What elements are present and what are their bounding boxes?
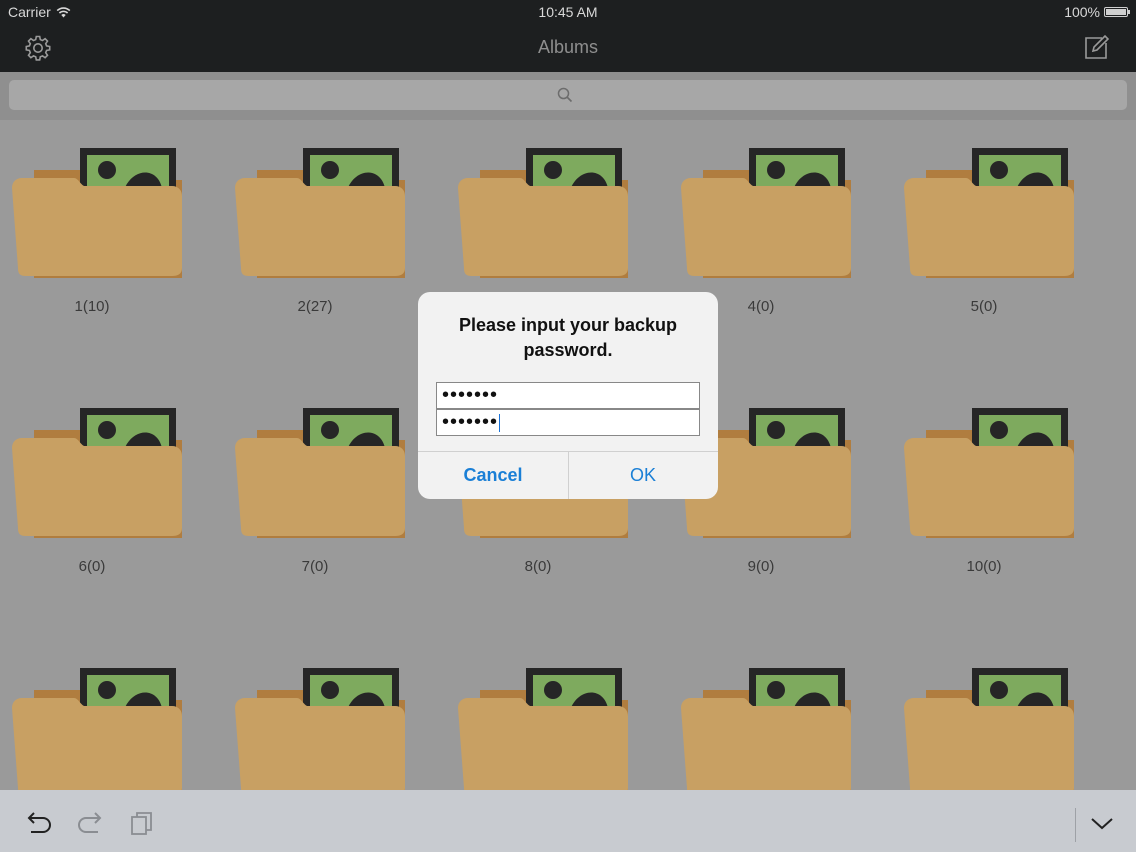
battery-icon [1104,7,1130,17]
page-title: Albums [537,37,599,57]
ok-button[interactable]: OK [568,452,718,499]
album-folder-icon [235,668,405,798]
album-folder-icon [904,408,1074,538]
album-folder-icon [235,408,405,538]
album-folder-icon [12,408,182,538]
alert-message: Please input your backup password. [458,315,678,360]
album-item[interactable]: 10(0) [894,388,1074,578]
album-folder-icon [458,668,628,798]
album-folder-icon [12,668,182,798]
album-folder-icon [904,148,1074,278]
album-folder-icon [235,148,405,278]
album-item[interactable]: 1(10) [2,128,182,318]
album-item[interactable]: 7(0) [225,388,405,578]
album-folder-icon [681,668,851,798]
album-label: 8(0) [524,558,552,575]
cancel-button[interactable]: Cancel [418,452,568,499]
album-label: 2(27) [297,298,333,315]
undo-icon[interactable] [25,810,53,836]
search-icon [557,87,573,103]
password-alert: Please input your backup password. •••••… [418,292,718,499]
album-label: 6(0) [78,558,106,575]
album-folder-icon [904,668,1074,798]
confirm-password-field-value: ••••••• [442,411,499,433]
album-label: 9(0) [747,558,775,575]
album-folder-icon [12,148,182,278]
clock: 10:45 AM [538,4,598,20]
toolbar-divider [1075,808,1076,842]
navigation-bar: Albums [0,24,1136,72]
password-field[interactable]: ••••••• [436,382,700,409]
search-input[interactable] [9,80,1127,110]
battery-indicator: 100% [1064,4,1130,20]
paste-icon[interactable] [128,810,156,836]
search-bar [0,72,1136,120]
album-item[interactable] [448,128,628,318]
chevron-down-icon[interactable] [1088,810,1116,836]
album-label: 10(0) [966,558,1002,575]
album-item[interactable]: 4(0) [671,128,851,318]
redo-icon[interactable] [76,810,104,836]
album-label: 7(0) [301,558,329,575]
text-cursor [499,413,501,432]
keyboard-toolbar [0,790,1136,852]
status-bar: Carrier 10:45 AM 100% [0,0,1136,24]
album-label: 5(0) [970,298,998,315]
album-label: 1(10) [74,298,110,315]
confirm-password-field[interactable]: ••••••• [436,409,700,436]
password-field-value: ••••••• [442,384,499,406]
album-item[interactable]: 2(27) [225,128,405,318]
album-item[interactable]: 6(0) [2,388,182,578]
battery-label: 100% [1064,4,1100,20]
album-folder-icon [681,148,851,278]
compose-icon[interactable] [1084,34,1110,60]
album-folder-icon [458,148,628,278]
album-item[interactable]: 5(0) [894,128,1074,318]
